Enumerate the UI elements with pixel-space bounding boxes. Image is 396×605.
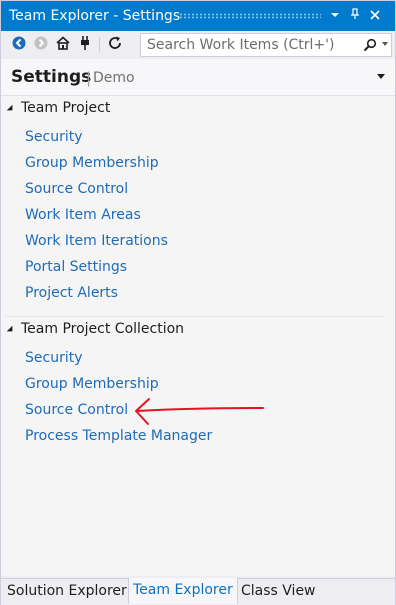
link-process-template-manager[interactable]: Process Template Manager [25,428,212,444]
link-collection-security[interactable]: Security [25,350,83,366]
toolbar: Search Work Items (Ctrl+') [1,31,395,60]
bottom-tab-strip: Solution Explorer Team Explorer Class Vi… [1,578,395,605]
collapse-triangle-icon[interactable] [6,104,16,114]
search-icon[interactable] [363,37,377,56]
page-header: Settings | Demo [1,59,395,96]
link-collection-source-control[interactable]: Source Control [25,402,128,418]
link-project-security[interactable]: Security [25,129,83,145]
back-icon[interactable] [11,35,29,53]
collapse-triangle-icon[interactable] [6,325,16,335]
toolbar-separator [99,37,100,52]
project-context[interactable]: Demo [93,70,135,86]
tab-class-view[interactable]: Class View [237,579,320,604]
link-project-alerts[interactable]: Project Alerts [25,285,118,301]
home-icon[interactable] [55,35,73,53]
title-bar[interactable]: Team Explorer - Settings [1,1,395,31]
forward-icon[interactable] [33,35,51,53]
refresh-icon[interactable] [107,35,125,53]
search-placeholder: Search Work Items (Ctrl+') [147,37,335,53]
pin-icon[interactable] [347,7,363,25]
window-dropdown-icon[interactable] [327,7,343,25]
settings-content: Team Project Security Group Membership S… [1,96,395,576]
link-project-source-control[interactable]: Source Control [25,181,128,197]
search-dropdown-icon[interactable] [382,42,388,46]
section-team-project[interactable]: Team Project [1,98,395,120]
link-collection-group-membership[interactable]: Group Membership [25,376,159,392]
section-label: Team Project [21,100,111,116]
page-title: Settings [11,67,92,87]
page-menu-chevron-icon[interactable] [377,74,385,79]
section-team-project-collection[interactable]: Team Project Collection [1,319,395,341]
close-icon[interactable] [367,7,383,25]
link-portal-settings[interactable]: Portal Settings [25,259,127,275]
tab-solution-explorer[interactable]: Solution Explorer [3,579,131,604]
link-work-item-areas[interactable]: Work Item Areas [25,207,141,223]
search-work-items-input[interactable]: Search Work Items (Ctrl+') [140,33,392,57]
section-divider [5,316,385,317]
title-grip [179,13,321,19]
link-work-item-iterations[interactable]: Work Item Iterations [25,233,168,249]
header-separator: | [86,69,92,87]
section-label: Team Project Collection [21,321,185,337]
team-explorer-window: Team Explorer - Settings Search Work Ite… [0,0,396,605]
link-project-group-membership[interactable]: Group Membership [25,155,159,171]
tab-team-explorer[interactable]: Team Explorer [128,578,238,604]
connect-icon[interactable] [77,35,95,53]
annotation-arrow-icon [135,398,264,425]
window-title: Team Explorer - Settings [9,8,181,24]
